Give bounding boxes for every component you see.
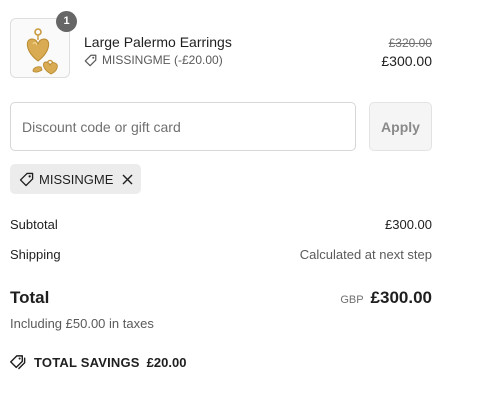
line-item: 1 Large Palermo Earrings MISSINGME (-£20… [10,11,432,80]
product-name: Large Palermo Earrings [84,34,232,50]
tag-icon [19,172,34,187]
total-amount: GBP £300.00 [340,288,432,308]
total-label: Total [10,288,50,307]
tags-icon [10,354,27,371]
close-icon[interactable] [122,174,133,185]
currency-code: GBP [340,294,364,306]
shipping-label: Shipping [10,247,61,262]
subtotal-value: £300.00 [385,217,432,232]
applied-discount-code: MISSINGME [39,171,114,187]
subtotal-label: Subtotal [10,217,58,232]
discount-code-input[interactable] [10,102,356,151]
final-price: £300.00 [381,53,432,69]
quantity-badge: 1 [56,11,77,32]
line-item-discount-label: MISSINGME (-£20.00) [102,53,223,67]
savings-label: TOTAL SAVINGS [34,355,140,370]
shipping-value: Calculated at next step [299,247,432,262]
applied-discount-chip: MISSINGME [10,164,141,194]
total-value: £300.00 [370,288,432,307]
order-summary: 1 Large Palermo Earrings MISSINGME (-£20… [0,0,500,400]
original-price: £320.00 [388,36,432,50]
line-item-discount: MISSINGME (-£20.00) [84,53,223,67]
savings-amount: £20.00 [146,355,187,370]
tag-icon [84,54,97,67]
tax-note: Including £50.00 in taxes [10,316,154,331]
apply-button[interactable]: Apply [369,102,432,151]
total-savings: TOTAL SAVINGS £20.00 [10,354,186,371]
